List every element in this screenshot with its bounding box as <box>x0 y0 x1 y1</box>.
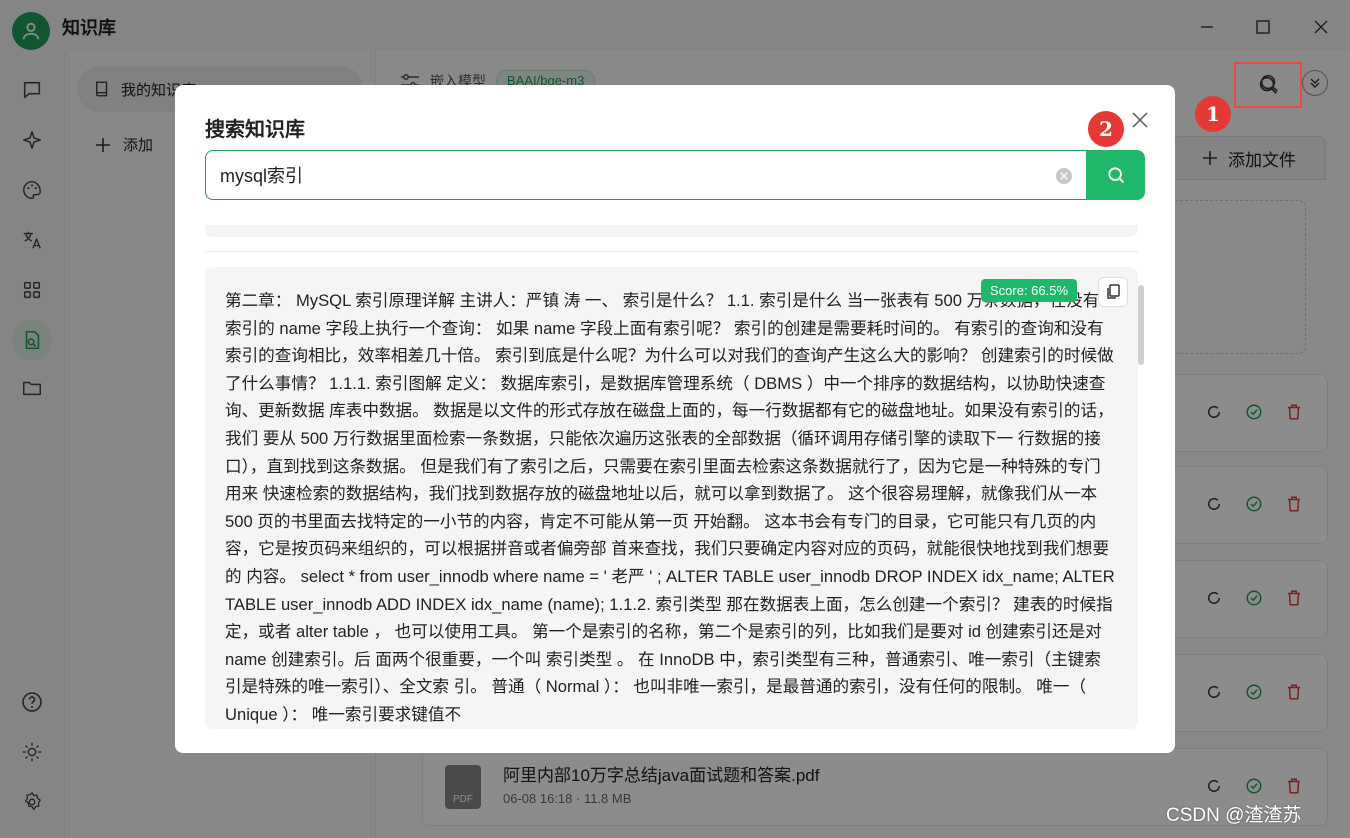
search-field[interactable] <box>205 150 1087 200</box>
copy-icon <box>1107 284 1120 299</box>
copy-button[interactable] <box>1098 277 1128 307</box>
search-input[interactable] <box>220 164 1040 186</box>
modal-close-button[interactable] <box>1127 107 1153 133</box>
search-result-card: Score: 66.5% 第二章： MySQL 索引原理详解 主讲人：严镇 涛 … <box>205 267 1138 729</box>
search-icon <box>1260 74 1278 92</box>
result-divider <box>205 251 1138 252</box>
callout-marker-1: 1 <box>1195 96 1231 132</box>
result-scrollbar[interactable] <box>1138 285 1144 365</box>
clear-search-button[interactable] <box>1056 168 1072 184</box>
previous-result-card <box>205 225 1138 237</box>
search-icon <box>1107 167 1124 184</box>
search-button-overlay-icon <box>1258 72 1280 99</box>
clear-icon <box>1060 172 1068 180</box>
callout-marker-2: 2 <box>1088 111 1124 147</box>
search-submit-button[interactable] <box>1086 150 1145 200</box>
score-badge: Score: 66.5% <box>981 279 1078 302</box>
modal-title: 搜索知识库 <box>205 119 305 141</box>
search-knowledge-modal: 搜索知识库 Score: 66.5% 第二章： MySQL 索引原理详解 主讲人… <box>175 85 1175 753</box>
close-icon <box>1132 112 1148 128</box>
result-text: 第二章： MySQL 索引原理详解 主讲人：严镇 涛 一、 索引是什么？ 1.1… <box>225 291 1115 724</box>
watermark: CSDN @渣渣苏 <box>1166 805 1302 826</box>
